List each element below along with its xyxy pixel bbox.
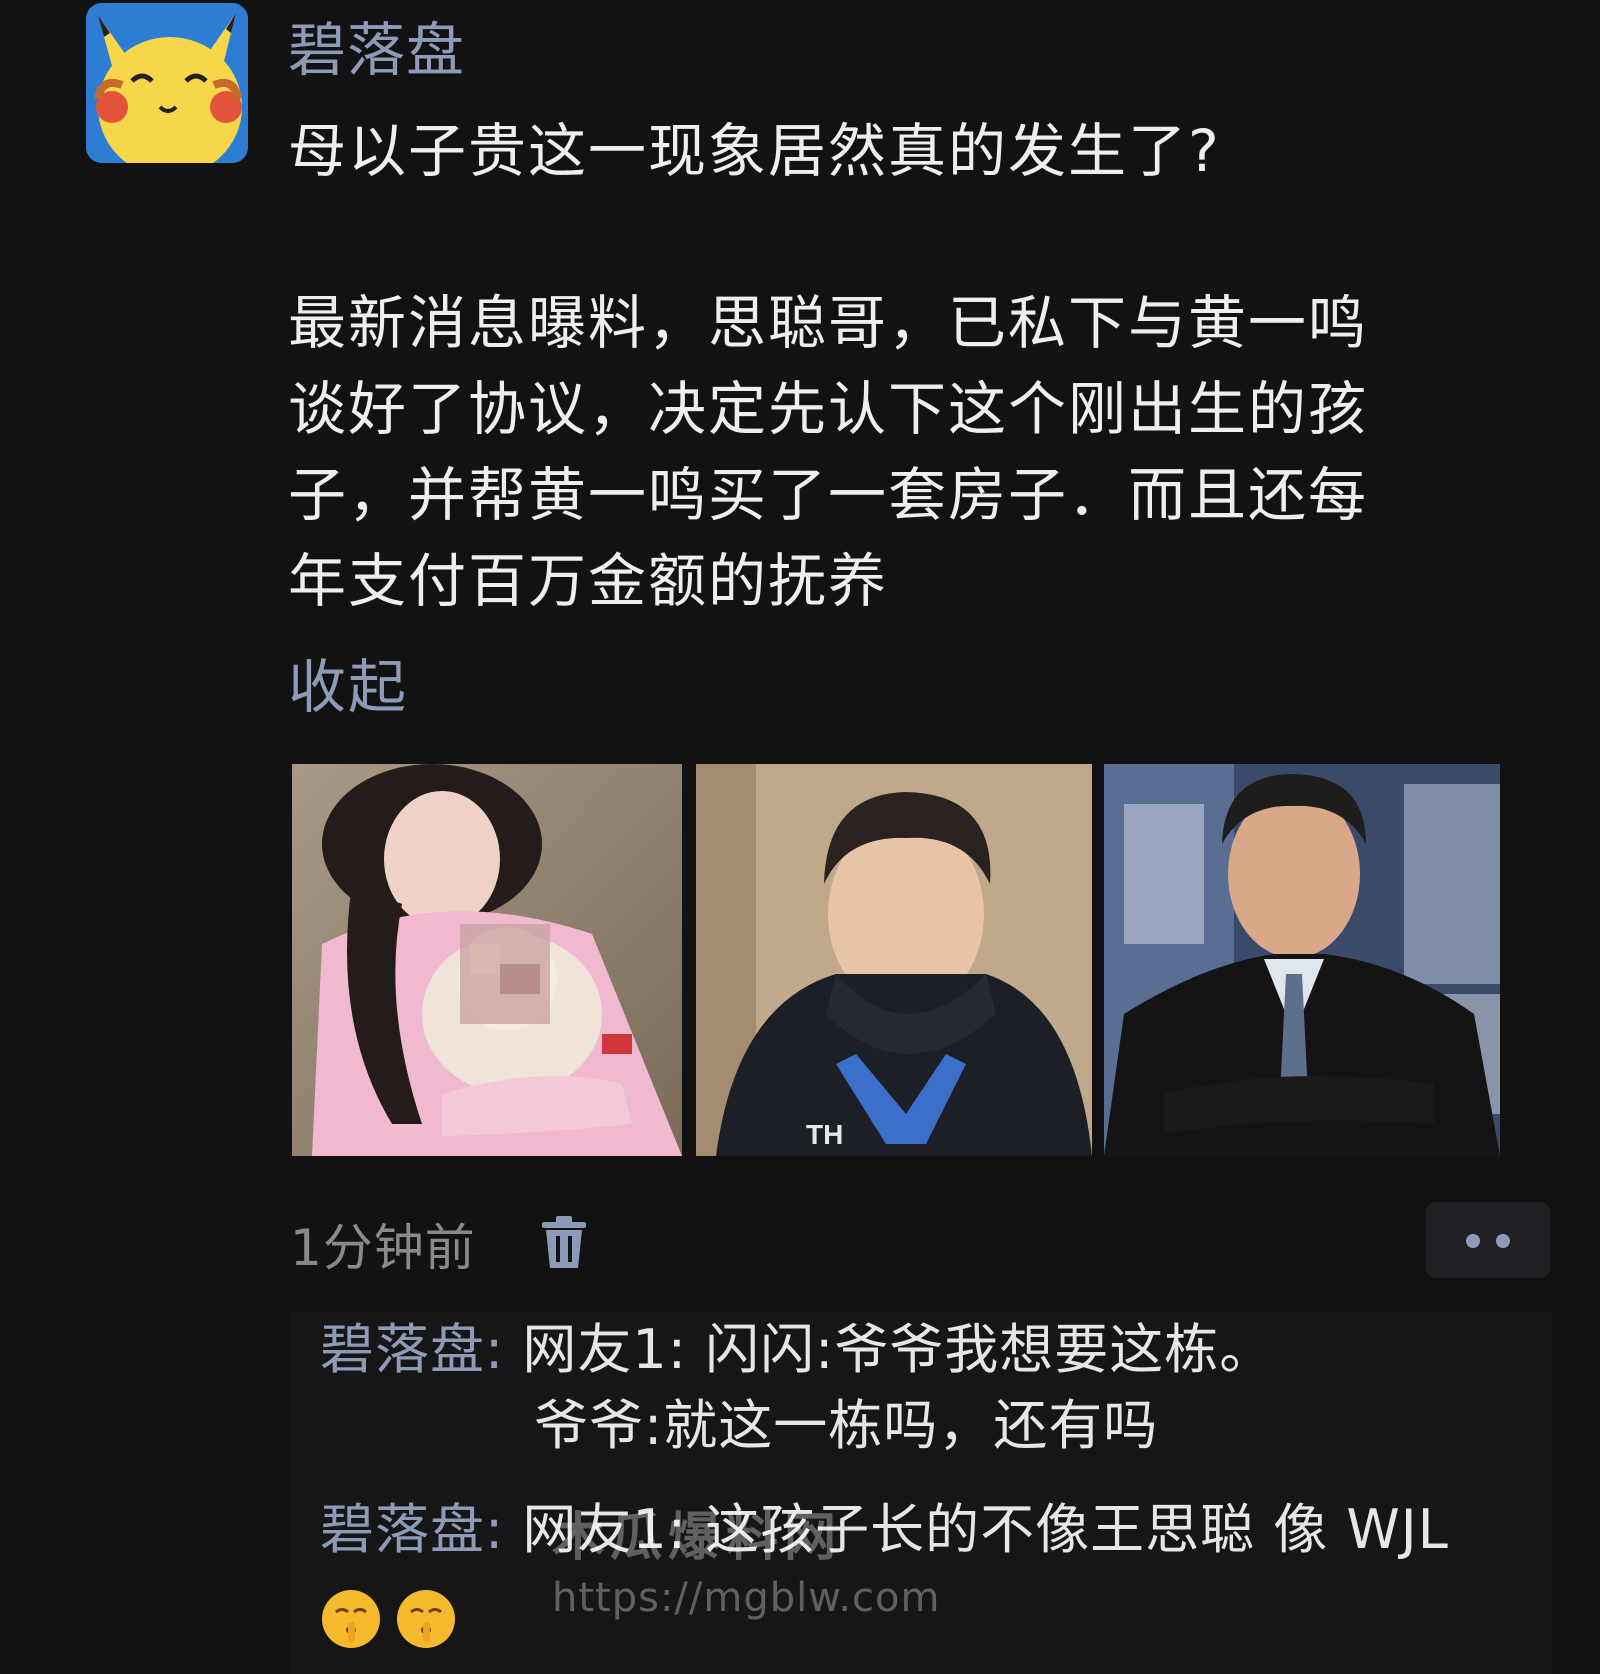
more-options-button[interactable] bbox=[1426, 1202, 1550, 1278]
post-timestamp: 1分钟前 bbox=[290, 1219, 476, 1277]
author-avatar[interactable] bbox=[86, 3, 248, 163]
more-dots-icon bbox=[1466, 1234, 1480, 1248]
comment-section: 碧落盘: 网友1: 闪闪:爷爷我想要这栋。 爷爷:就这一栋吗，还有吗 碧落盘: … bbox=[290, 1312, 1552, 1674]
comment-author[interactable]: 碧落盘: bbox=[320, 1498, 504, 1561]
comment-item[interactable]: 碧落盘: 网友1: 这孩子长的不像王思聪 像 WJL bbox=[320, 1492, 1449, 1568]
shush-face-emoji-icon bbox=[320, 1588, 382, 1650]
pikachu-avatar-icon bbox=[86, 3, 248, 163]
comment-emojis bbox=[320, 1588, 465, 1654]
comment-text-continued: 爷爷:就这一栋吗，还有吗 bbox=[534, 1394, 1159, 1457]
post-body-line: 最新消息曝料，思聪哥，已私下与黄一鸣 bbox=[288, 289, 1369, 357]
photo-older-man-suit[interactable] bbox=[1104, 764, 1500, 1156]
post-body-line: 谈好了协议，决定先认下这个刚出生的孩 bbox=[288, 375, 1369, 443]
photo-woman-with-baby[interactable] bbox=[292, 764, 682, 1156]
comment-author[interactable]: 碧落盘: bbox=[320, 1318, 504, 1381]
post-author-name[interactable]: 碧落盘 bbox=[288, 14, 465, 86]
post-title: 母以子贵这一现象居然真的发生了? bbox=[288, 117, 1221, 185]
svg-text:TH: TH bbox=[806, 1119, 843, 1150]
post-body: 最新消息曝料，思聪哥，已私下与黄一鸣 谈好了协议，决定先认下这个刚出生的孩 子，… bbox=[288, 280, 1528, 624]
shush-face-emoji-icon bbox=[395, 1588, 457, 1650]
trash-icon[interactable] bbox=[540, 1214, 588, 1270]
comment-text: 网友1: 闪闪:爷爷我想要这栋。 bbox=[522, 1318, 1275, 1381]
post-body-line: 子，并帮黄一鸣买了一套房子．而且还每 bbox=[288, 461, 1369, 529]
collapse-link[interactable]: 收起 bbox=[288, 640, 408, 724]
comment-item[interactable]: 碧落盘: 网友1: 闪闪:爷爷我想要这栋。 bbox=[320, 1312, 1274, 1388]
more-dots-icon bbox=[1496, 1234, 1510, 1248]
post-content: 母以子贵这一现象居然真的发生了? 最新消息曝料，思聪哥，已私下与黄一鸣 谈好了协… bbox=[288, 108, 1528, 624]
photo-young-man[interactable]: TH bbox=[696, 764, 1092, 1156]
text-fade-overlay bbox=[968, 538, 1528, 624]
comment-text: 网友1: 这孩子长的不像王思聪 像 WJL bbox=[522, 1498, 1449, 1561]
